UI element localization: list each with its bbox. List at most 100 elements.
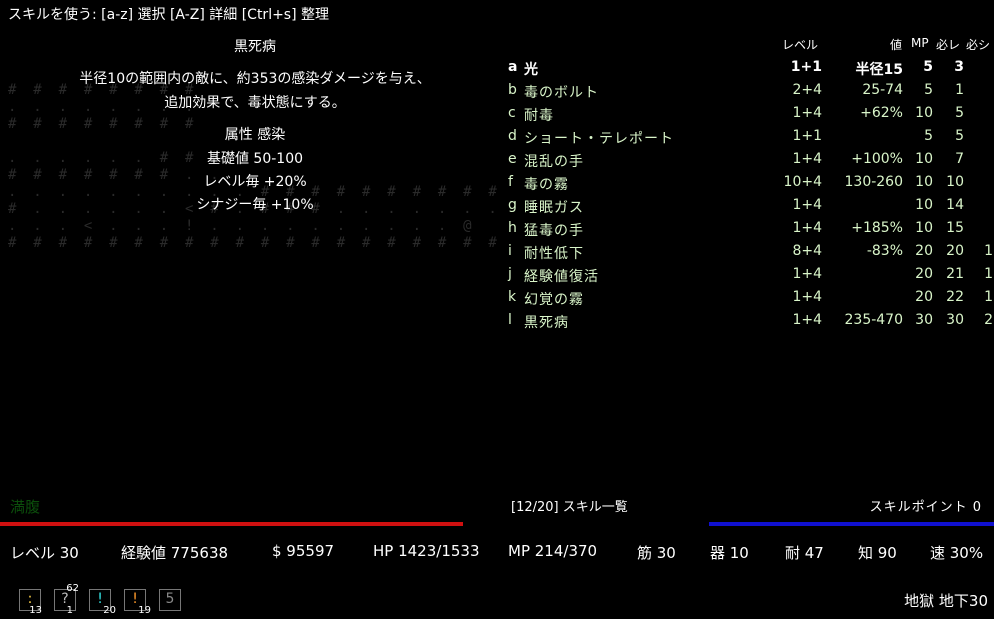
skill-key: a	[508, 59, 518, 75]
skill-required-level: 21	[946, 266, 964, 282]
header-required-level: 必レ	[936, 38, 961, 52]
skill-mp: 10	[915, 220, 933, 236]
skill-key: i	[508, 243, 512, 259]
skill-required-synergy: 10	[984, 289, 994, 305]
skill-level: 1+1	[792, 128, 822, 144]
skill-row[interactable]: f 毒の霧 10+4 130-260 10 10	[508, 174, 994, 196]
skill-level: 1+4	[792, 220, 822, 236]
skill-required-synergy: 20	[984, 312, 994, 328]
mp-bar	[709, 522, 994, 526]
stat-hp: HP 1423/1533	[373, 542, 480, 560]
skill-mp: 5	[924, 82, 933, 98]
skill-name: ショート・テレポート	[524, 131, 674, 147]
skill-row[interactable]: k 幻覚の霧 1+4 20 22 10	[508, 289, 994, 311]
skill-name: 幻覚の霧	[524, 292, 584, 308]
skill-required-level: 5	[955, 128, 964, 144]
skill-key: l	[508, 312, 512, 328]
skill-name: 睡眠ガス	[524, 200, 584, 216]
skill-detail-description-1: 半径10の範囲内の敵に、約353の感染ダメージを与え、	[79, 71, 431, 87]
stat-strength: 筋 30	[637, 544, 676, 562]
skill-value: +100%	[851, 151, 903, 167]
skill-required-level: 20	[946, 243, 964, 259]
potion-cyan-icon[interactable]: ! 20	[89, 589, 116, 616]
skill-required-level: 5	[955, 105, 964, 121]
skill-mp: 10	[915, 197, 933, 213]
skill-row[interactable]: b 毒のボルト 2+4 25-74 5 1	[508, 82, 994, 104]
header-level: レベル	[782, 38, 819, 52]
skill-required-level: 14	[946, 197, 964, 213]
slot-5-icon[interactable]: 5	[159, 589, 181, 611]
skill-detail-per-level: レベル毎 +20%	[203, 174, 307, 190]
skill-points: スキルポイント 0	[869, 500, 982, 515]
skill-mp: 20	[915, 266, 933, 282]
stat-mp: MP 214/370	[508, 542, 598, 560]
stat-constitution: 耐 47	[785, 544, 824, 562]
skill-mp: 30	[915, 312, 933, 328]
skill-key: b	[508, 82, 517, 98]
skill-name: 耐性低下	[524, 246, 584, 262]
skill-row[interactable]: i 耐性低下 8+4 -83% 20 20 10	[508, 243, 994, 265]
hp-bar	[0, 522, 463, 526]
stat-speed: 速 30%	[930, 544, 984, 562]
dungeon-location: 地獄 地下30	[904, 592, 988, 610]
skill-list: レベル 値 MP 必レ 必シ a 光 1+1 半径15 5 3 b 毒のボルト …	[508, 36, 994, 336]
skill-key: h	[508, 220, 517, 236]
skill-mp: 20	[915, 289, 933, 305]
skill-required-level: 22	[946, 289, 964, 305]
hunger-status: 満腹	[10, 498, 41, 516]
skill-row[interactable]: c 耐毒 1+4 +62% 10 5	[508, 105, 994, 127]
skill-required-level: 1	[955, 82, 964, 98]
skill-row[interactable]: j 経験値復活 1+4 20 21 10	[508, 266, 994, 288]
skill-value: 235-470	[844, 312, 904, 328]
item-count: 13	[29, 605, 42, 616]
skill-detail-description-2: 追加効果で、毒状態にする。	[164, 95, 346, 111]
stat-dexterity: 器 10	[710, 544, 749, 562]
skill-row[interactable]: h 猛毒の手 1+4 +185% 10 15 5	[508, 220, 994, 242]
skill-required-level: 7	[955, 151, 964, 167]
list-page-status: [12/20] スキル一覧	[511, 500, 628, 515]
skill-name: 毒の霧	[524, 177, 569, 193]
skill-level: 1+4	[792, 151, 822, 167]
skill-key: k	[508, 289, 517, 305]
skill-row[interactable]: a 光 1+1 半径15 5 3	[508, 59, 994, 81]
skill-mp: 5	[923, 59, 933, 75]
skill-level: 1+1	[790, 59, 822, 75]
skill-detail-synergy: シナジー毎 +10%	[196, 197, 314, 213]
skill-name: 黒死病	[524, 315, 569, 331]
skill-level: 1+4	[792, 289, 822, 305]
skill-value: -83%	[866, 243, 903, 259]
skill-mp: 10	[915, 151, 933, 167]
skill-mp: 10	[915, 105, 933, 121]
skill-key: g	[508, 197, 517, 213]
item-count-top: 62	[66, 583, 79, 594]
skill-name: 毒のボルト	[524, 85, 599, 101]
stat-gold: $ 95597	[272, 542, 335, 560]
skill-value: 半径15	[855, 62, 903, 78]
skill-key: d	[508, 128, 517, 144]
skill-level: 2+4	[792, 82, 822, 98]
skill-level: 1+4	[792, 197, 822, 213]
skill-level: 10+4	[783, 174, 822, 190]
skill-mp: 5	[924, 128, 933, 144]
skill-row[interactable]: l 黒死病 1+4 235-470 30 30 20	[508, 312, 994, 334]
skill-mp: 10	[915, 174, 933, 190]
scroll-icon[interactable]: ? 62 1	[54, 583, 79, 616]
food-icon[interactable]: : 13	[19, 589, 42, 616]
skill-value: +62%	[860, 105, 903, 121]
skill-name: 経験値復活	[524, 269, 599, 285]
potion-orange-icon[interactable]: ! 19	[124, 589, 151, 616]
item-count: 1	[66, 605, 73, 616]
item-count: 20	[103, 605, 116, 616]
skill-name: 混乱の手	[524, 154, 584, 170]
skill-row[interactable]: g 睡眠ガス 1+4 10 14 5	[508, 197, 994, 219]
skill-required-level: 3	[954, 59, 964, 75]
header-required-synergy: 必シ	[966, 38, 991, 52]
skill-level: 1+4	[792, 312, 822, 328]
skill-detail-attribute: 属性 感染	[224, 127, 286, 143]
skill-required-level: 10	[946, 174, 964, 190]
skill-row[interactable]: e 混乱の手 1+4 +100% 10 7	[508, 151, 994, 173]
skill-row[interactable]: d ショート・テレポート 1+1 5 5	[508, 128, 994, 150]
stat-level: レベル 30	[10, 544, 79, 562]
skill-name: 耐毒	[524, 108, 554, 124]
item-count: 19	[138, 605, 151, 616]
